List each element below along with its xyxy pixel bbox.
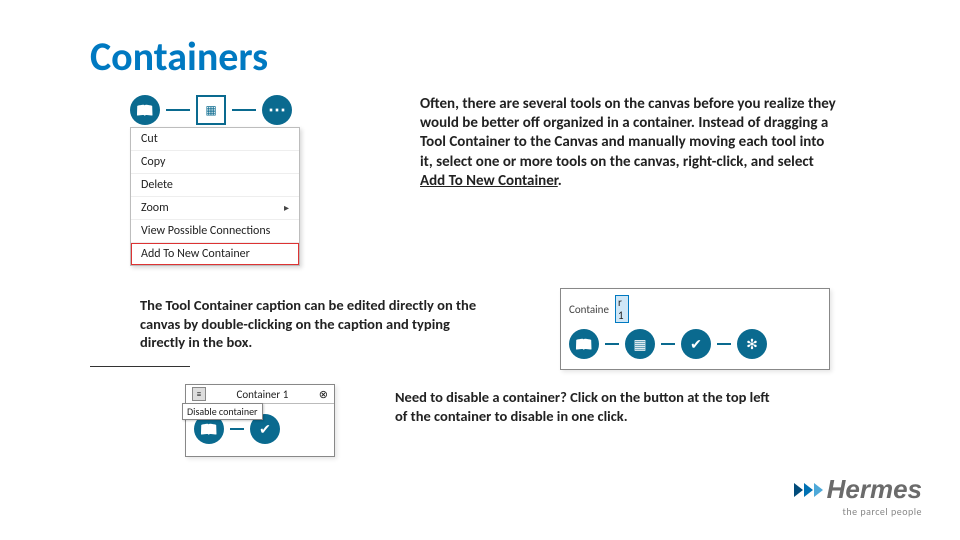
paragraph-edit-caption: The Tool Container caption can be edited… — [140, 296, 480, 352]
tool-dots-icon — [262, 95, 292, 125]
submenu-arrow-icon — [284, 201, 289, 215]
connector-line — [230, 428, 244, 430]
container-edit-screenshot: Containe r 1 — [560, 288, 830, 370]
menu-item-zoom[interactable]: Zoom — [131, 197, 299, 220]
menu-item-view-connections[interactable]: View Possible Connections — [131, 220, 299, 243]
context-menu-screenshot: ▦ Cut Copy Delete Zoom View Possible Con… — [90, 95, 300, 266]
menu-label: Delete — [141, 178, 173, 192]
connector-line — [661, 343, 675, 345]
container-close-icon[interactable]: ⊗ — [319, 388, 328, 401]
paragraph-disable-container: Need to disable a container? Click on th… — [395, 388, 775, 425]
menu-label: Add To New Container — [141, 247, 250, 261]
container-caption: Container 1 — [236, 388, 288, 401]
menu-label: Cut — [141, 132, 158, 146]
menu-item-copy[interactable]: Copy — [131, 151, 299, 174]
paragraph-add-to-container: Often, there are several tools on the ca… — [420, 95, 840, 191]
tool-check-icon — [681, 329, 711, 359]
tooltip-disable-container: Disable container — [182, 403, 263, 420]
tool-grid-icon: ▦ — [196, 95, 226, 125]
tool-gear-icon — [737, 329, 767, 359]
logo-brand-text: Hermes — [827, 474, 922, 505]
tool-grid-icon — [625, 329, 655, 359]
pointer-line — [90, 366, 190, 367]
slide-title: Containers — [90, 32, 870, 81]
container-tools-row — [569, 329, 821, 359]
connector-line — [166, 109, 190, 111]
text-run: . — [558, 172, 562, 190]
tool-book-icon — [569, 329, 599, 359]
menu-label: View Possible Connections — [141, 224, 270, 238]
container-disable-button[interactable]: ≡ — [192, 387, 206, 401]
tool-book-icon — [130, 95, 160, 125]
logo-chevrons-icon — [794, 483, 823, 497]
context-menu: Cut Copy Delete Zoom View Possible Conne… — [130, 127, 300, 266]
connector-line — [232, 109, 256, 111]
connector-line — [717, 343, 731, 345]
menu-item-add-to-new-container[interactable]: Add To New Container — [131, 243, 299, 265]
menu-label: Zoom — [141, 201, 169, 215]
caption-prefix: Containe — [569, 303, 609, 316]
text-link-underline: Add To New Container — [420, 172, 558, 190]
disable-container-screenshot: ≡ Container 1 ⊗ Disable container — [185, 384, 335, 457]
connector-line — [605, 343, 619, 345]
hermes-logo: Hermes the parcel people — [794, 474, 922, 518]
menu-label: Copy — [141, 155, 165, 169]
logo-tagline: the parcel people — [794, 505, 922, 518]
menu-item-delete[interactable]: Delete — [131, 174, 299, 197]
canvas-tool-row: ▦ — [130, 95, 300, 125]
caption-edit-field[interactable]: r 1 — [615, 295, 629, 323]
text-run: Often, there are several tools on the ca… — [420, 95, 836, 171]
menu-item-cut[interactable]: Cut — [131, 128, 299, 151]
